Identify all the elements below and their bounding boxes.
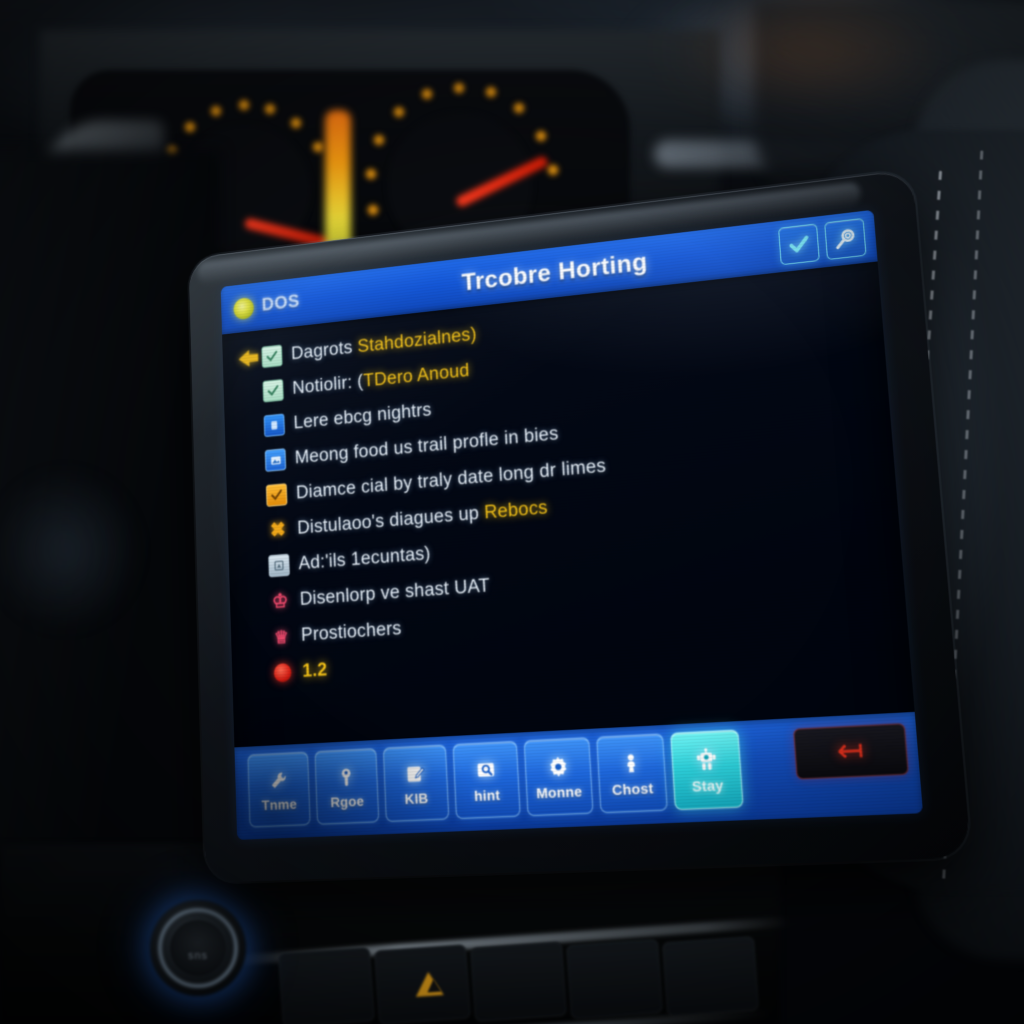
inspect-icon [475,757,498,784]
checkbox-checked-amber-icon[interactable] [265,483,288,507]
toolbar-button-tnme[interactable]: Tnme [247,751,311,828]
brand-label: DOS [261,291,301,316]
console-button[interactable] [662,935,760,1017]
back-button[interactable]: ↤ [793,723,909,780]
person-icon [620,750,642,778]
magnifier-icon [833,227,858,251]
yellow-status-dot-icon [233,296,255,320]
red-dot-icon[interactable] [272,661,294,685]
blue-square-image-icon[interactable] [264,448,287,472]
toolbar-button-kib[interactable]: KIB [382,744,450,822]
robot-icon [693,746,719,774]
red-crown-icon[interactable]: ♔ [269,589,291,613]
list-item-text: Prostiochers [300,617,402,646]
console-knob-label: sns [187,950,209,962]
obd-diagnostic-tablet: DOS Trcobre Horting Dagrots Stahdozialne… [188,169,972,883]
toolbar-button-rgoe[interactable]: Rgoe [314,747,380,825]
red-crown-small-icon[interactable]: ♕ [271,625,293,649]
left-arrow-cursor-icon [238,350,250,368]
pale-square-image-icon[interactable] [268,553,290,578]
checkbox-checked-green-icon[interactable] [261,344,283,369]
back-arrow-icon: ↤ [835,732,866,770]
toolbar-button-label: Tnme [261,795,298,813]
amber-x-icon[interactable]: ✖ [267,518,289,542]
ambient-warm-glow [600,0,1020,130]
gear-icon [546,753,570,781]
search-button[interactable] [824,217,867,261]
key-icon [336,764,356,791]
confirm-check-button[interactable] [778,223,820,266]
list-item-text: 1.2 [301,659,328,682]
diagnostic-list[interactable]: Dagrots Stahdozialnes) Notiolir: (TDero … [222,261,915,747]
blue-square-icon[interactable] [263,413,285,438]
toolbar-button-label: hint [473,786,501,804]
toolbar-button-label: Rgoe [330,792,365,810]
console-button[interactable] [470,941,567,1022]
list-item-text: Disenlorp ve shast UAT [299,574,491,610]
toolbar-button-label: Monne [535,782,583,801]
edit-doc-icon [404,760,426,787]
list-item-text: Ad:'ils 1ecuntas) [298,543,432,574]
checkbox-checked-green-icon[interactable] [262,378,284,403]
hazard-triangle-inner-icon [426,978,442,993]
left-ambient-glow [0,470,140,630]
car-interior-scene: sns DOS Trcobre Horting Dagrots Stahdozi… [0,0,1024,1024]
cluster-center-bar [325,110,351,260]
console-button[interactable] [277,946,375,1024]
wrench-icon [268,767,289,794]
toolbar-button-label: KIB [404,789,429,807]
console-knob-face [170,920,226,976]
console-button[interactable] [566,938,663,1019]
title-bar-actions [778,217,867,266]
toolbar-button-label: Chost [611,779,654,798]
